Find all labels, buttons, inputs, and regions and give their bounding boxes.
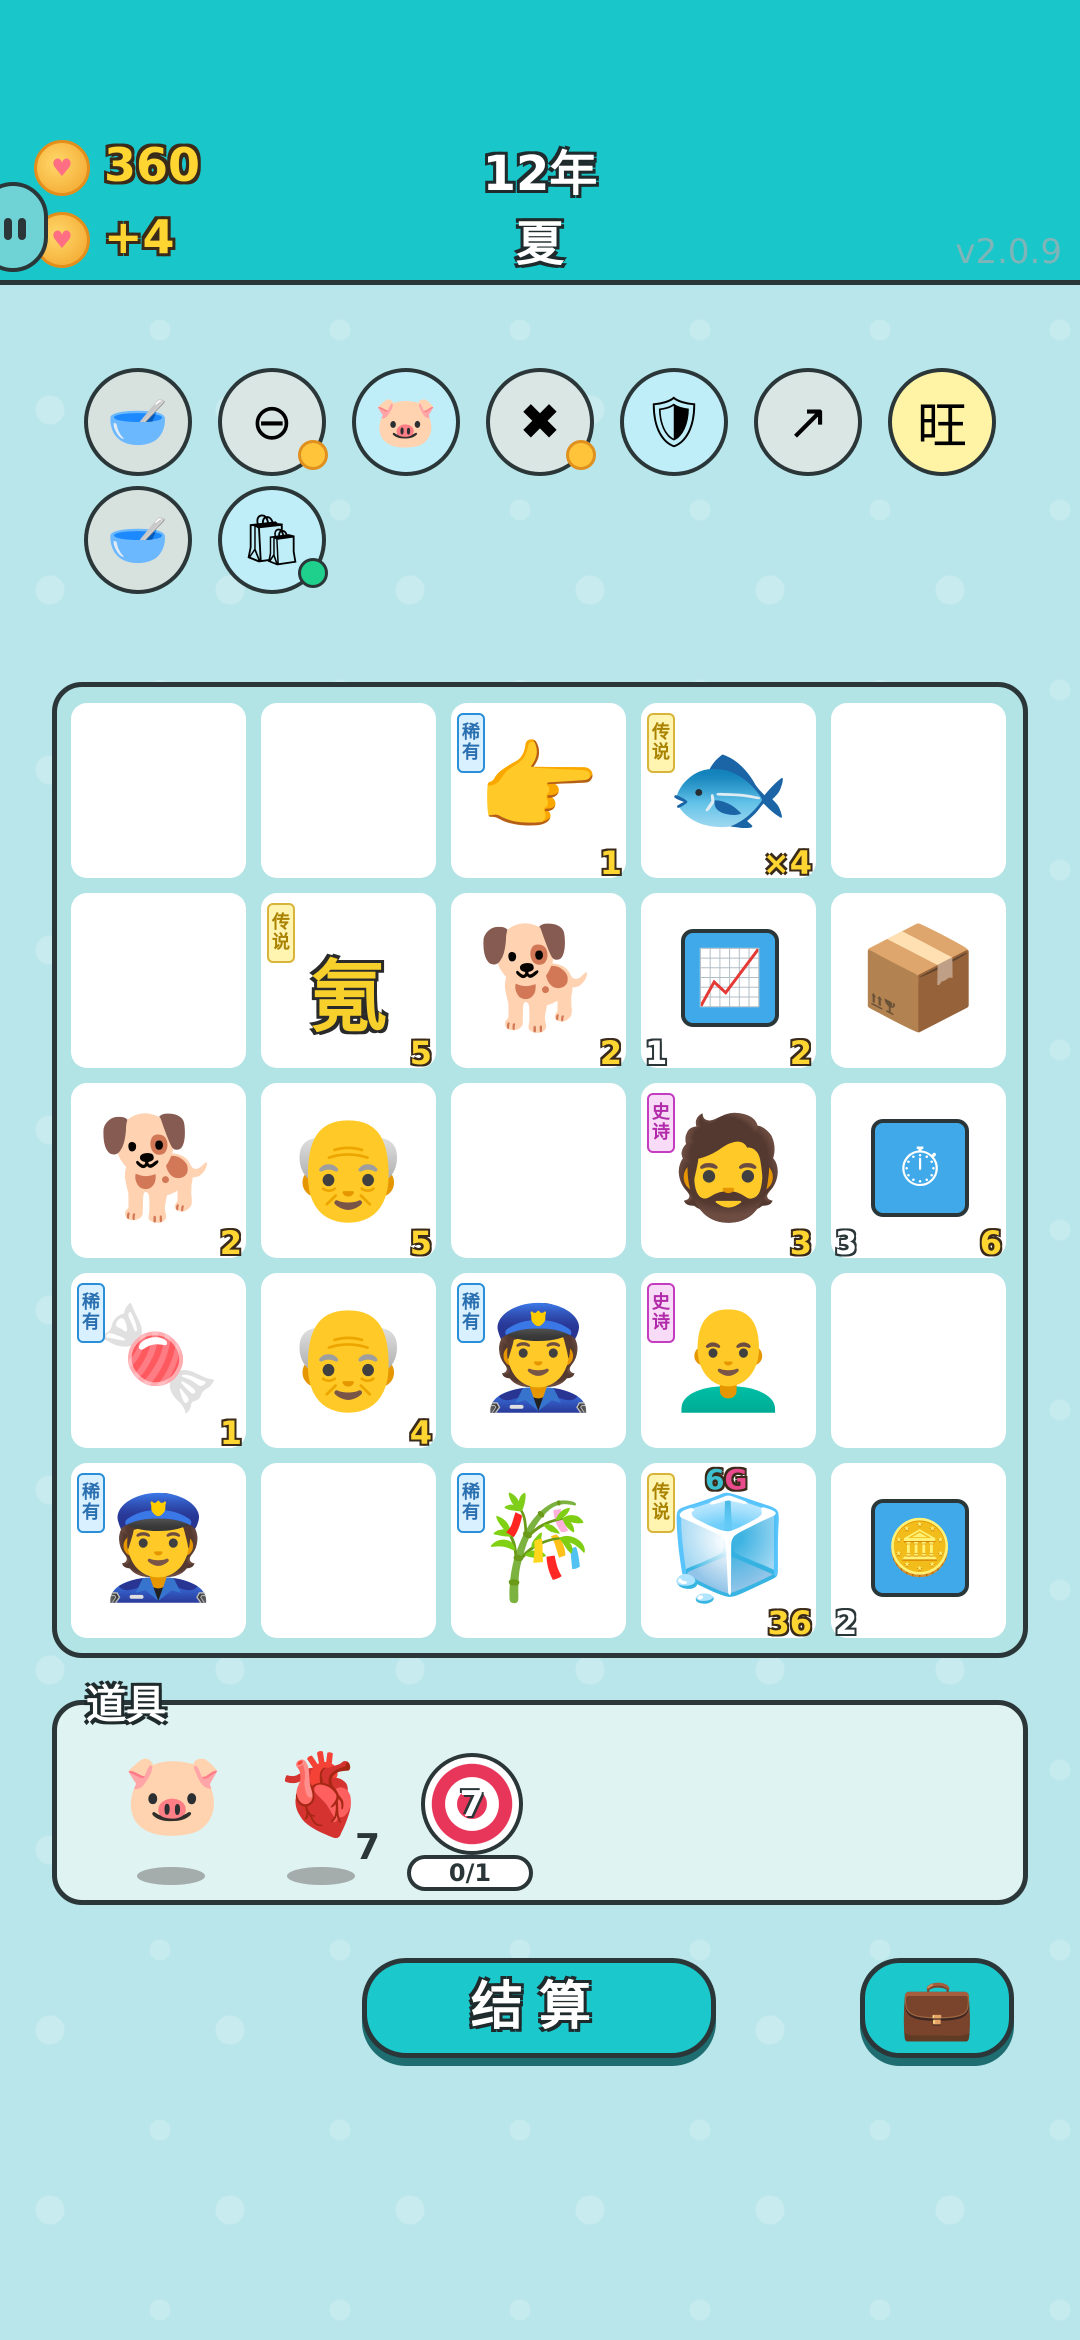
slot-value: 6 <box>979 1224 1002 1262</box>
dog-bowl-icon[interactable]: 🥣 <box>84 368 192 476</box>
tool-shadow <box>287 1867 355 1885</box>
dog-bowl-icon[interactable]: 🥣 <box>84 486 192 594</box>
liver-count: 7 <box>355 1827 381 1868</box>
rarity-tag: 传说 <box>267 903 295 963</box>
slot-value: 5 <box>409 1224 432 1262</box>
slot-value: ×4 <box>762 844 812 882</box>
minus-circle-icon[interactable]: ⊖ <box>218 368 328 476</box>
old-man-glasses-icon: 👴 <box>286 1109 411 1226</box>
slot-value: 4 <box>409 1414 432 1452</box>
board-slot[interactable]: 📈 2 1 <box>641 893 816 1072</box>
coin-badge-icon <box>298 440 328 470</box>
empty-slot[interactable] <box>71 703 246 878</box>
board-slot[interactable]: 🍬 稀有 1 <box>71 1273 246 1452</box>
piggy-bank-icon[interactable]: 🐷 <box>352 368 460 476</box>
slot-value: 1 <box>599 844 622 882</box>
coin-icon: ♥ <box>34 140 90 196</box>
briefcase-button[interactable]: 💼 <box>860 1958 1014 2058</box>
game-board: 👉 稀有 1 🐟 传说 ×4 氪传说 5 🐕 2 📈 2 1 📦 🐕 2 👴 5 🧔 史诗 3 ⏱ 6 3 🍬 稀有 1 👴 4 👮 稀有 👨… <box>52 682 1028 1658</box>
board-slot[interactable]: 📦 <box>831 893 1006 1068</box>
target-progress: 0/1 <box>407 1855 533 1891</box>
slot-value: 2 <box>599 1034 622 1072</box>
stopwatch-gem-icon: ⏱ <box>871 1119 969 1217</box>
rarity-tag: 稀有 <box>457 1473 485 1533</box>
empty-slot[interactable] <box>71 893 246 1068</box>
target-icon[interactable]: 7 <box>421 1753 523 1855</box>
slot-value: 36 <box>767 1604 812 1642</box>
board-slot[interactable]: 👨‍🦲 史诗 <box>641 1273 816 1448</box>
tools-label: 道具 <box>86 1682 166 1728</box>
board-slot[interactable]: 🪙 2 <box>831 1463 1006 1642</box>
empty-slot[interactable] <box>261 703 436 878</box>
board-slot[interactable]: 👉 稀有 1 <box>451 703 626 882</box>
delete-tag-icon[interactable]: ✖ <box>486 368 596 476</box>
husky-dog-icon: 🐕 <box>96 1109 221 1226</box>
rarity-tag: 传说 <box>647 713 675 773</box>
shield-wrench-icon[interactable]: 🛡 <box>620 368 728 476</box>
rarity-tag: 史诗 <box>647 1283 675 1343</box>
board-slot[interactable]: 🐟 传说 ×4 <box>641 703 816 882</box>
rarity-tag: 传说 <box>647 1473 675 1533</box>
rarity-tag: 稀有 <box>457 713 485 773</box>
year-label: 12年 <box>482 146 598 202</box>
rarity-tag: 稀有 <box>77 1473 105 1533</box>
income-count: +4 <box>104 210 175 264</box>
board-slot[interactable]: 👴 4 <box>261 1273 436 1452</box>
empty-slot[interactable] <box>831 1273 1006 1448</box>
trend-chart-icon: 📈 <box>681 929 779 1027</box>
target-value: 7 <box>459 1783 485 1825</box>
slot-value: 1 <box>219 1414 242 1452</box>
board-slot[interactable]: 🐕 2 <box>451 893 626 1072</box>
slot-counter: 2 <box>835 1604 858 1642</box>
slot-value: 3 <box>789 1224 812 1262</box>
coin-badge-icon <box>566 440 596 470</box>
old-man-glasses-icon: 👴 <box>286 1299 411 1416</box>
empty-slot[interactable] <box>451 1083 626 1258</box>
rice-sack-icon[interactable]: 🛍 <box>218 486 328 594</box>
board-slot[interactable]: 👴 5 <box>261 1083 436 1262</box>
slot-counter: 3 <box>835 1224 858 1262</box>
tool-shadow <box>137 1867 205 1885</box>
rarity-tag: 稀有 <box>77 1283 105 1343</box>
briefcase-icon: 💼 <box>899 1973 975 2044</box>
tools-panel: 🐷 🫀 7 7 0/1 <box>52 1700 1028 1905</box>
season-label: 夏 <box>515 216 564 272</box>
wang-character-icon[interactable]: 旺 <box>888 368 996 476</box>
slot-value: 5 <box>409 1034 432 1072</box>
rarity-tag: 稀有 <box>457 1283 485 1343</box>
board-slot[interactable]: 🧊 传说 6G 36 <box>641 1463 816 1642</box>
cardboard-box-icon: 📦 <box>856 919 981 1036</box>
empty-slot[interactable] <box>831 703 1006 878</box>
board-slot[interactable]: 🐕 2 <box>71 1083 246 1262</box>
rarity-tag: 史诗 <box>647 1093 675 1153</box>
empty-slot[interactable] <box>261 1463 436 1638</box>
slot-value: 2 <box>789 1034 812 1072</box>
active-dot-icon <box>298 558 328 588</box>
coin-count: 360 <box>104 138 201 192</box>
upgrade-arrow-icon[interactable]: ↗ <box>754 368 862 476</box>
board-slot[interactable]: 🧔 史诗 3 <box>641 1083 816 1262</box>
board-slot[interactable]: 🎋 稀有 <box>451 1463 626 1638</box>
gold-bars-icon: 🪙 <box>871 1499 969 1597</box>
slot-counter: 1 <box>645 1034 668 1072</box>
board-slot[interactable]: ⏱ 6 3 <box>831 1083 1006 1262</box>
top-bar: ♥ 360 ♥ +4 12年 夏 v2.0.9 <box>0 0 1080 285</box>
board-slot[interactable]: 👮 稀有 <box>71 1463 246 1638</box>
network-badge: 6G <box>705 1463 748 1496</box>
slot-value: 2 <box>219 1224 242 1262</box>
board-slot[interactable]: 👮 稀有 <box>451 1273 626 1448</box>
husky-dog-icon: 🐕 <box>476 919 601 1036</box>
settle-button[interactable]: 结算 <box>362 1958 716 2058</box>
board-slot[interactable]: 氪传说 5 <box>261 893 436 1072</box>
piggy-bank-icon[interactable]: 🐷 <box>113 1745 233 1865</box>
version-label: v2.0.9 <box>955 232 1062 272</box>
